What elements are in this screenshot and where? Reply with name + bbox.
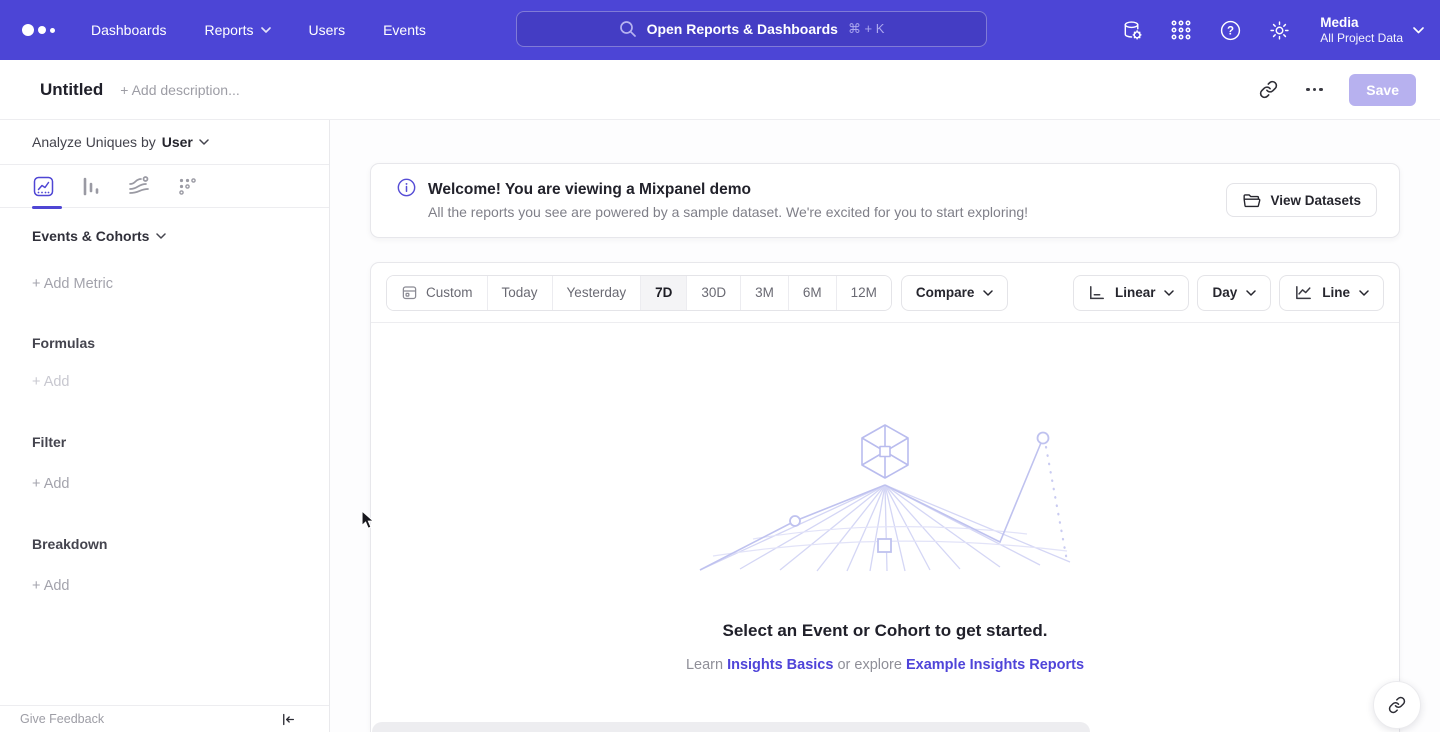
range-12m[interactable]: 12M: [836, 276, 891, 310]
nav-item-users[interactable]: Users: [309, 22, 346, 38]
empty-state: Select an Event or Cohort to get started…: [371, 423, 1399, 673]
selected-tab-indicator: [32, 206, 62, 209]
tab-retention-grid[interactable]: [176, 175, 198, 197]
add-filter-button[interactable]: + Add: [32, 476, 329, 492]
range-yesterday[interactable]: Yesterday: [552, 276, 641, 310]
formulas-label: Formulas: [32, 335, 329, 351]
copy-link-icon[interactable]: [1257, 79, 1279, 101]
search-icon: [619, 20, 637, 38]
report-header: Untitled + Add description... Save: [0, 60, 1440, 120]
range-custom[interactable]: Custom: [387, 276, 487, 310]
analyze-uniques-label: Analyze Uniques by: [32, 134, 156, 150]
save-button[interactable]: Save: [1349, 74, 1416, 106]
main-content: Welcome! You are viewing a Mixpanel demo…: [330, 120, 1440, 732]
svg-text:?: ?: [1227, 25, 1234, 37]
nav-item-reports[interactable]: Reports: [205, 22, 271, 38]
chevron-down-icon: [1359, 290, 1369, 296]
range-7d[interactable]: 7D: [640, 276, 686, 310]
tab-bar-chart[interactable]: [80, 175, 102, 197]
report-description-placeholder[interactable]: + Add description...: [120, 82, 239, 98]
project-name: Media: [1320, 14, 1403, 31]
breakdown-label: Breakdown: [32, 536, 329, 552]
link-icon: [1388, 696, 1406, 714]
data-management-icon[interactable]: [1120, 18, 1144, 42]
chevron-down-icon: [1164, 290, 1174, 296]
chart-controls-row: Custom Today Yesterday 7D 30D 3M 6M 12M …: [371, 263, 1399, 323]
insights-chart-card: Custom Today Yesterday 7D 30D 3M 6M 12M …: [370, 262, 1400, 732]
search-placeholder: Open Reports & Dashboards: [647, 21, 838, 37]
granularity-dropdown[interactable]: Day: [1197, 275, 1271, 311]
empty-state-illustration: [695, 423, 1075, 575]
compare-dropdown[interactable]: Compare: [901, 275, 1009, 311]
chevron-down-icon: [261, 27, 271, 33]
range-6m[interactable]: 6M: [788, 276, 836, 310]
example-insights-reports-link[interactable]: Example Insights Reports: [906, 657, 1084, 673]
range-30d[interactable]: 30D: [686, 276, 740, 310]
search-shortcut: ⌘ + K: [848, 21, 885, 37]
chevron-down-icon: [199, 139, 209, 145]
empty-state-subtitle: Learn Insights Basics or explore Example…: [371, 657, 1399, 673]
add-formula-button[interactable]: + Add: [32, 374, 329, 390]
help-icon[interactable]: ?: [1218, 18, 1242, 42]
calendar-icon: [401, 284, 418, 301]
project-scope: All Project Data: [1320, 31, 1403, 46]
filter-label: Filter: [32, 434, 329, 450]
chevron-down-icon: [983, 290, 993, 296]
folder-icon: [1242, 192, 1261, 209]
chevron-down-icon: [1246, 290, 1256, 296]
collapse-sidebar-icon[interactable]: [280, 712, 295, 727]
top-nav-bar: Dashboards Reports Users Events Open Rep…: [0, 0, 1440, 60]
add-metric-button[interactable]: + Add Metric: [32, 276, 329, 292]
apps-grid-icon[interactable]: [1169, 18, 1193, 42]
insights-basics-link[interactable]: Insights Basics: [727, 657, 833, 673]
banner-body: All the reports you see are powered by a…: [428, 204, 1028, 220]
tab-insights-line[interactable]: [32, 175, 54, 197]
query-builder-sidebar: Analyze Uniques by User: [0, 120, 330, 732]
add-breakdown-button[interactable]: + Add: [32, 578, 329, 594]
tab-flow[interactable]: [128, 175, 150, 197]
global-search-input[interactable]: Open Reports & Dashboards ⌘ + K: [516, 11, 987, 47]
more-options-icon[interactable]: [1303, 79, 1325, 101]
info-icon: [397, 178, 416, 202]
nav-item-dashboards[interactable]: Dashboards: [91, 22, 167, 38]
empty-state-title: Select an Event or Cohort to get started…: [371, 621, 1399, 641]
nav-item-events[interactable]: Events: [383, 22, 426, 38]
demo-welcome-banner: Welcome! You are viewing a Mixpanel demo…: [370, 163, 1400, 238]
give-feedback-link[interactable]: Give Feedback: [20, 712, 104, 726]
line-chart-icon: [1294, 285, 1313, 301]
range-3m[interactable]: 3M: [740, 276, 788, 310]
bottom-panel-edge[interactable]: [372, 722, 1090, 732]
share-link-fab[interactable]: [1373, 681, 1421, 729]
analyze-by-dropdown[interactable]: User: [162, 134, 209, 150]
linear-axis-icon: [1088, 285, 1106, 301]
range-today[interactable]: Today: [487, 276, 552, 310]
date-range-selector: Custom Today Yesterday 7D 30D 3M 6M 12M: [386, 275, 892, 311]
project-switcher[interactable]: Media All Project Data: [1320, 14, 1424, 46]
report-title[interactable]: Untitled: [40, 80, 103, 100]
chart-type-dropdown[interactable]: Line: [1279, 275, 1384, 311]
mixpanel-logo[interactable]: [22, 24, 55, 36]
chevron-down-icon: [156, 233, 166, 239]
scale-dropdown[interactable]: Linear: [1073, 275, 1190, 311]
view-datasets-button[interactable]: View Datasets: [1226, 183, 1377, 217]
settings-gear-icon[interactable]: [1267, 18, 1291, 42]
banner-title: Welcome! You are viewing a Mixpanel demo: [428, 181, 1028, 199]
chevron-down-icon: [1413, 27, 1424, 34]
events-cohorts-header[interactable]: Events & Cohorts: [32, 228, 329, 244]
